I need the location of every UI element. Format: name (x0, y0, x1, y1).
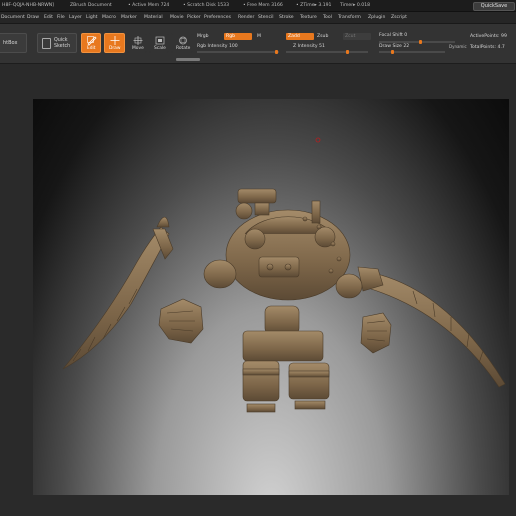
quick-sketch-button[interactable]: Quick Sketch (37, 33, 77, 53)
menu-edit[interactable]: Edit (44, 15, 53, 20)
menu-material[interactable]: Material (144, 15, 163, 20)
sketch-label: Sketch (54, 44, 71, 49)
timer: Timer▸ 0.018 (340, 3, 371, 8)
focal-shift-label: Focal Shift 0 (379, 33, 408, 38)
move-icon (133, 36, 143, 45)
menu-texture[interactable]: Texture (300, 15, 317, 20)
left-fist-part (158, 298, 204, 344)
total-points: TotalPoints: 4.7 (470, 45, 505, 50)
menu-layer[interactable]: Layer (69, 15, 82, 20)
draw-button[interactable]: Draw (104, 33, 125, 53)
menu-tool[interactable]: Tool (323, 15, 332, 20)
menu-zscript[interactable]: Zscript (391, 15, 407, 20)
menu-document[interactable]: Document (1, 15, 25, 20)
left-blade-part (62, 216, 174, 370)
menu-picker[interactable]: Picker (187, 15, 201, 20)
menu-file[interactable]: File (57, 15, 65, 20)
scale-button[interactable]: Scale (149, 33, 169, 53)
zcut-toggle[interactable]: Zcut (343, 33, 371, 40)
move-button[interactable]: Move (127, 33, 147, 53)
menu-zplugin[interactable]: Zplugin (368, 15, 385, 20)
scale-label: Scale (154, 46, 166, 51)
rgb-intensity-slider[interactable] (197, 50, 279, 54)
pelvis-part (242, 305, 324, 362)
z-intensity-knob[interactable] (346, 50, 349, 54)
draw-label: Draw (109, 46, 121, 51)
quicksave-button[interactable]: QuickSave (473, 2, 515, 11)
title-bar: H8F-QQJA-NHB-NRWN] ZBrush Document • Act… (0, 0, 516, 12)
draw-size-knob[interactable] (391, 50, 394, 54)
scratch-disk: • Scratch Disk 1533 (183, 3, 230, 8)
menu-movie[interactable]: Movie (170, 15, 184, 20)
lightbox-button[interactable]: htBox (0, 33, 27, 53)
menu-stroke[interactable]: Stroke (279, 15, 294, 20)
menu-transform[interactable]: Transform (338, 15, 361, 20)
focal-shift-knob[interactable] (419, 40, 422, 44)
sculpt-model (62, 137, 506, 413)
rgb-toggle[interactable]: Rgb (224, 33, 252, 40)
canvas-viewport[interactable] (33, 99, 509, 495)
menu-preferences[interactable]: Preferences (204, 15, 231, 20)
right-fist-part (360, 312, 392, 354)
torso-part (203, 209, 363, 301)
focal-shift-slider[interactable] (379, 40, 455, 44)
z-intensity-slider[interactable] (286, 50, 368, 54)
menu-render[interactable]: Render (238, 15, 254, 20)
toolbar-scroll-handle[interactable] (176, 58, 200, 61)
right-leg-part (288, 362, 330, 410)
rotate-label: Rotate (176, 46, 191, 51)
m-toggle[interactable]: M (257, 34, 261, 39)
mrgb-toggle[interactable]: Mrgb (197, 34, 209, 39)
menu-stencil[interactable]: Stencil (258, 15, 274, 20)
edit-label: Edit (87, 46, 96, 51)
active-points: ActivePoints: 99 (470, 34, 507, 39)
free-mem: • Free Mem 3166 (243, 3, 283, 8)
edit-icon (87, 36, 97, 45)
ztime: • ZTime▸ 3.191 (296, 3, 332, 8)
toolbar: htBox Quick Sketch Edit Draw Move Scale … (0, 24, 516, 64)
menu-macro[interactable]: Macro (102, 15, 116, 20)
rotate-button[interactable]: Rotate (171, 33, 193, 53)
document-id: H8F-QQJA-NHB-NRWN] (2, 3, 54, 8)
z-intensity-label: Z Intensity 51 (293, 44, 325, 49)
dynamic-toggle[interactable]: Dynamic (449, 44, 467, 49)
rotate-icon (179, 36, 187, 45)
rgb-intensity-knob[interactable] (275, 50, 278, 54)
move-label: Move (132, 46, 144, 51)
menu-light[interactable]: Light (86, 15, 97, 20)
lightbox-label: htBox (3, 40, 18, 46)
zsub-toggle[interactable]: Zsub (317, 34, 328, 39)
draw-size-slider[interactable] (379, 50, 445, 54)
quick-sketch-icon (42, 38, 51, 49)
draw-size-label: Draw Size 22 (379, 44, 410, 49)
edit-button[interactable]: Edit (81, 33, 101, 53)
cursor-marker (315, 137, 321, 143)
menu-bar: Document Draw Edit File Layer Light Macr… (0, 12, 516, 24)
rgb-intensity-label: Rgb Intensity 100 (197, 44, 238, 49)
active-mem: • Active Mem 724 (128, 3, 170, 8)
menu-marker[interactable]: Marker (121, 15, 137, 20)
quick-label: Quick (54, 38, 68, 43)
menu-draw[interactable]: Draw (27, 15, 39, 20)
scale-icon (155, 36, 165, 45)
left-leg-part (242, 360, 280, 413)
draw-icon (110, 36, 120, 45)
zadd-toggle[interactable]: Zadd (286, 33, 314, 40)
app-title: ZBrush Document (70, 3, 112, 8)
